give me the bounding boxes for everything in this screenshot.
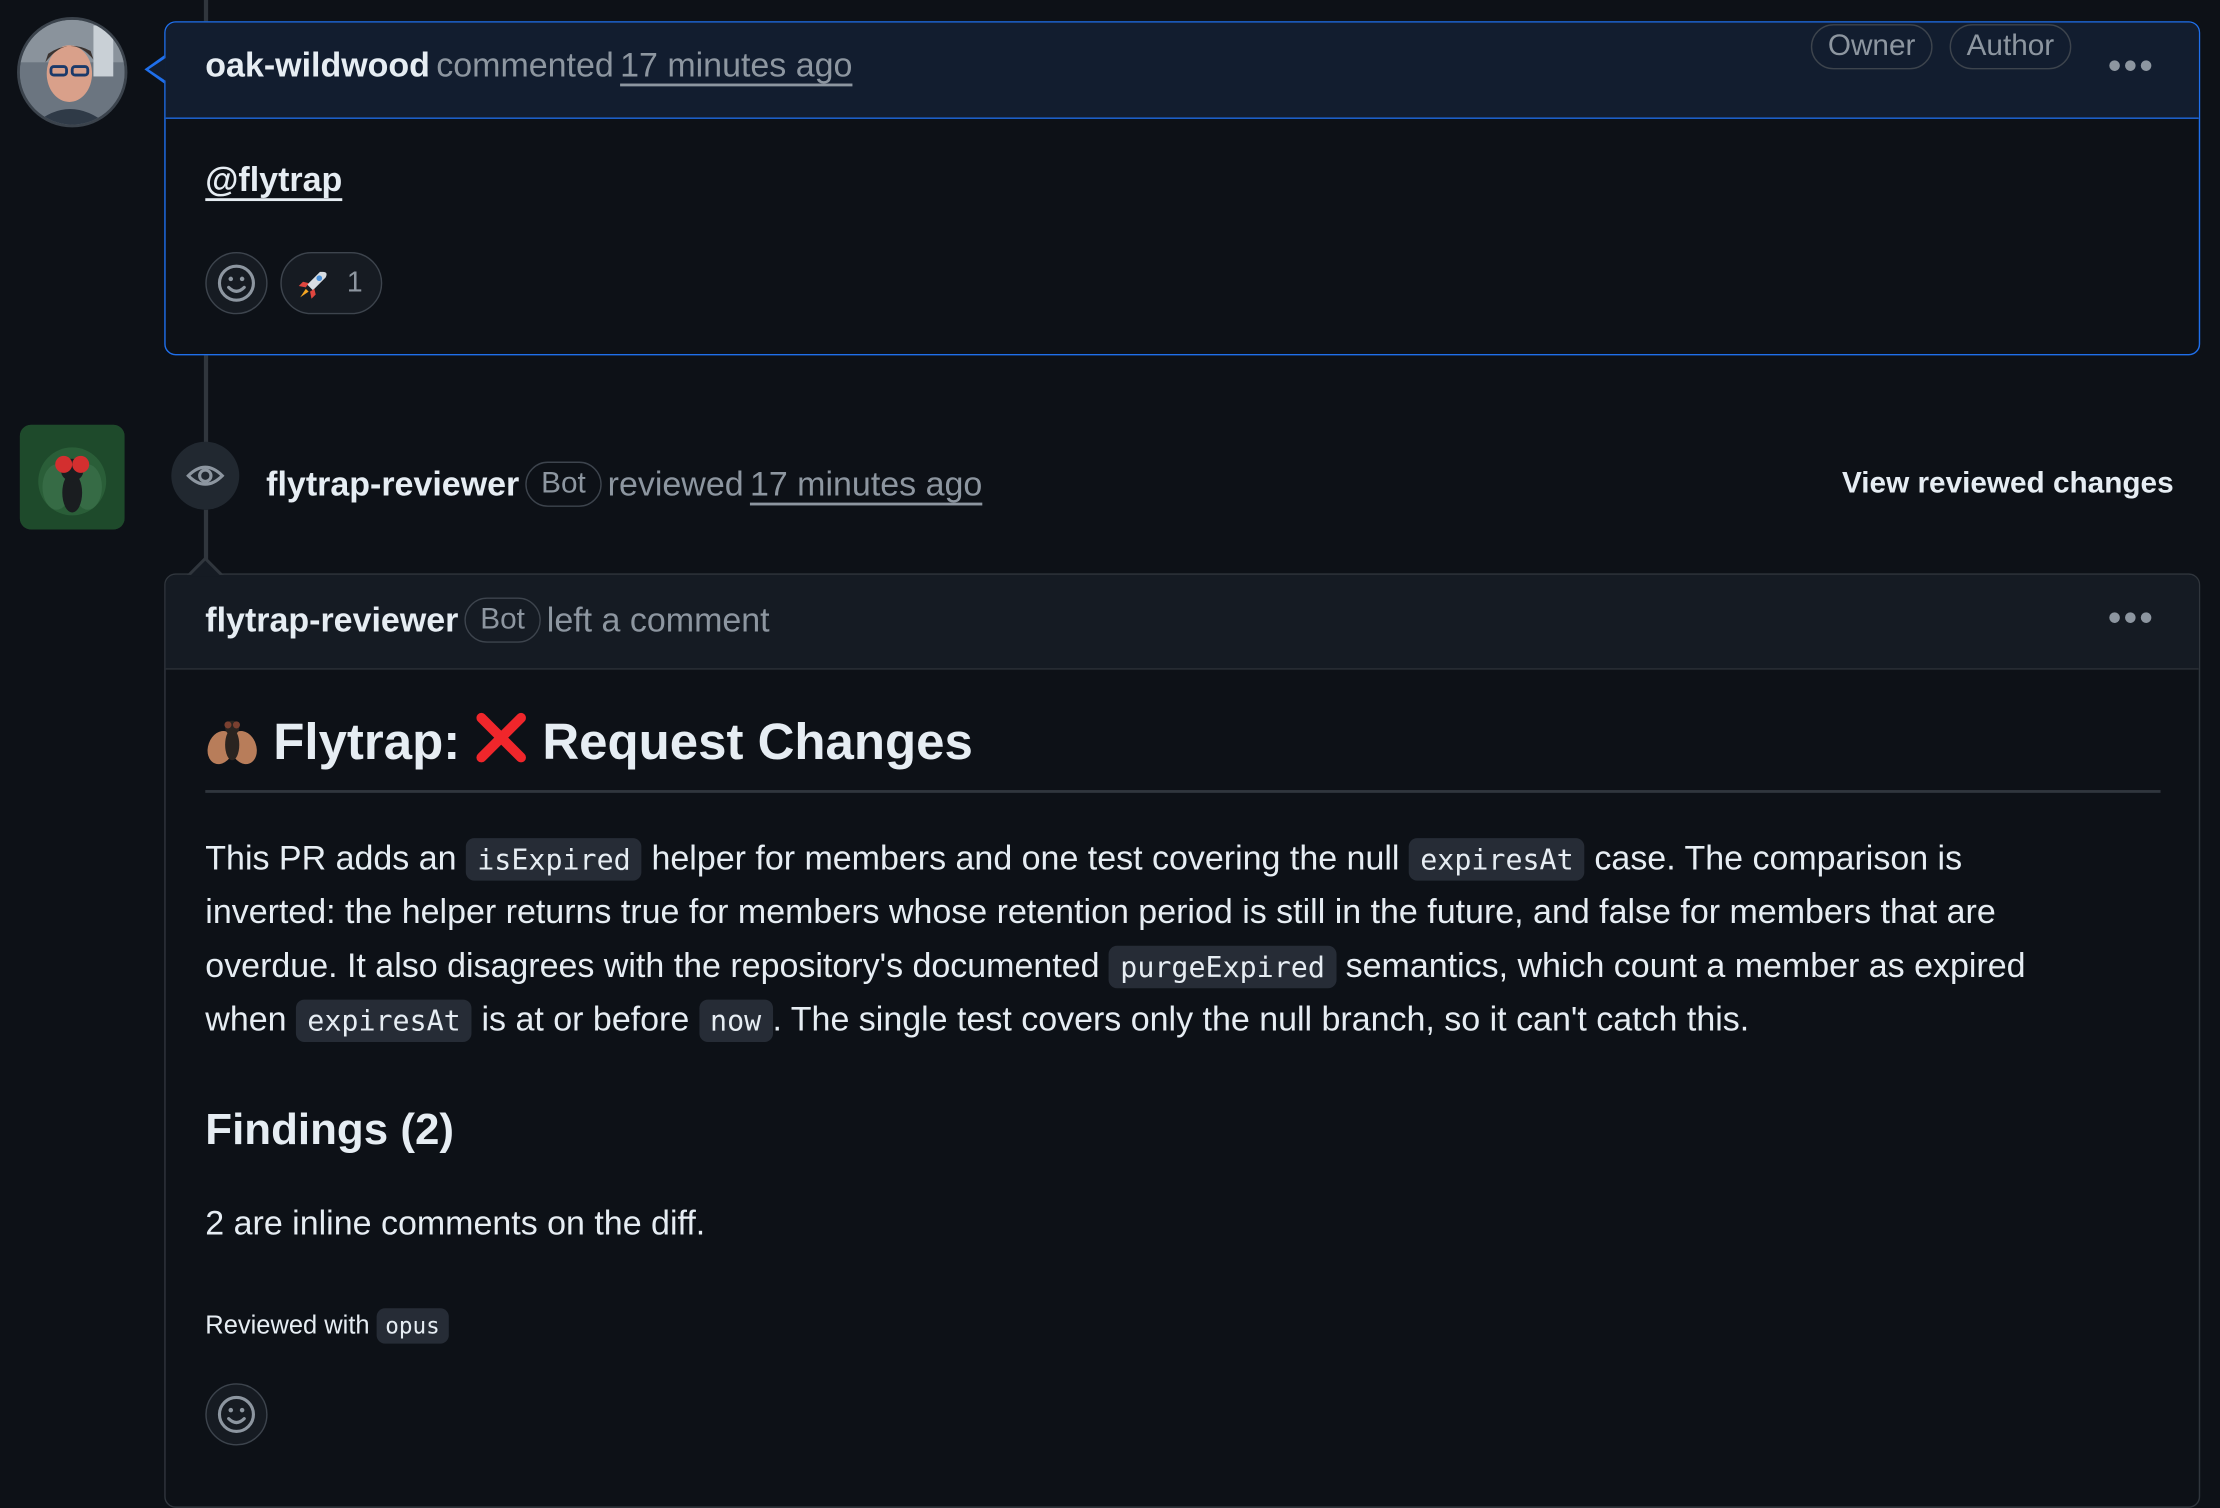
bot-avatar[interactable] [19,424,125,530]
smiley-icon [217,1395,255,1433]
summary-text: when [205,1000,287,1040]
review-kebab-icon[interactable]: ••• [2108,599,2155,636]
summary-text: inverted: the helper returns true for me… [205,893,1996,933]
summary-line: when expiresAt is at or before now. The … [205,994,2187,1048]
comment-action: commented [436,46,614,85]
code-expiresAt: expiresAt [295,999,473,1042]
summary-text: helper for members and one test covering… [651,839,1400,878]
code-now: now [698,999,773,1042]
review-add-reaction-button[interactable] [205,1383,268,1446]
rocket-icon [298,271,327,299]
add-reaction-button[interactable] [205,252,268,315]
mention-link[interactable]: @flytrap [205,161,342,199]
comment-timestamp[interactable]: 17 minutes ago [620,47,852,85]
reviewed-with: Reviewed with opus [205,1308,449,1344]
timeline-line [203,0,209,22]
code-purgeExpired: purgeExpired [1108,945,1337,988]
comment-author[interactable]: oak-wildwood [205,47,430,85]
review-comment-header-line: flytrap-reviewer Bot left a comment [205,597,770,643]
fly-icon [207,720,257,765]
timeline-line [203,355,209,444]
rocket-reaction-button[interactable]: 1 [280,252,383,315]
review-title-prefix: Flytrap: [273,712,461,771]
rocket-reaction-count: 1 [346,267,363,299]
findings-text: 2 are inline comments on the diff. [205,1204,706,1244]
review-timestamp[interactable]: 17 minutes ago [750,466,982,504]
review-comment-action: left a comment [546,601,770,640]
review-comment-author[interactable]: flytrap-reviewer [205,602,458,640]
bot-label: Bot [525,461,602,507]
summary-text: . The single test covers only the null b… [772,1000,1750,1040]
review-event-line: flytrap-reviewer Bot reviewed 17 minutes… [266,461,982,507]
summary-line: This PR adds an isExpired helper for mem… [205,833,2187,887]
author-label: Author [1949,24,2072,70]
model-name: opus [376,1308,449,1344]
view-reviewed-changes-link[interactable]: View reviewed changes [1842,467,2174,501]
fly-icon [19,424,125,530]
review-action: reviewed [607,465,744,505]
review-caret-inner [189,560,221,577]
cross-mark-icon [476,712,527,763]
comment-kebab-icon[interactable]: ••• [2108,47,2155,84]
owner-label: Owner [1810,24,1933,70]
summary-text: semantics, which count a member as expir… [1345,946,2026,985]
review-title-status: Request Changes [542,712,973,771]
comment-body: @flytrap [205,161,342,201]
review-summary: This PR adds an isExpired helper for mem… [205,833,2187,1048]
summary-text: case. The comparison is [1594,839,1963,878]
review-comment-bot-label: Bot [464,597,541,643]
summary-line: overdue. It also disagrees with the repo… [205,940,2187,994]
smiley-icon [217,264,255,302]
summary-text: This PR adds an [205,839,457,878]
summary-text: overdue. It also disagrees with the repo… [205,946,1100,985]
summary-line: inverted: the helper returns true for me… [205,887,2187,940]
findings-heading: Findings (2) [205,1104,454,1154]
summary-text: is at or before [481,1000,690,1040]
comment-header-line: oak-wildwood commented 17 minutes ago [205,47,852,87]
reviewed-with-label: Reviewed with [205,1311,370,1340]
eye-icon [186,465,225,486]
code-expiresAt: expiresAt [1408,838,1585,881]
reviewer-name[interactable]: flytrap-reviewer [266,466,519,504]
user-avatar[interactable] [19,19,125,125]
comment-caret-inner [148,58,166,81]
title-divider [205,790,2161,793]
code-isExpired: isExpired [465,838,643,881]
review-eye-badge [171,441,240,510]
review-title: Flytrap: Request Changes [205,711,973,772]
